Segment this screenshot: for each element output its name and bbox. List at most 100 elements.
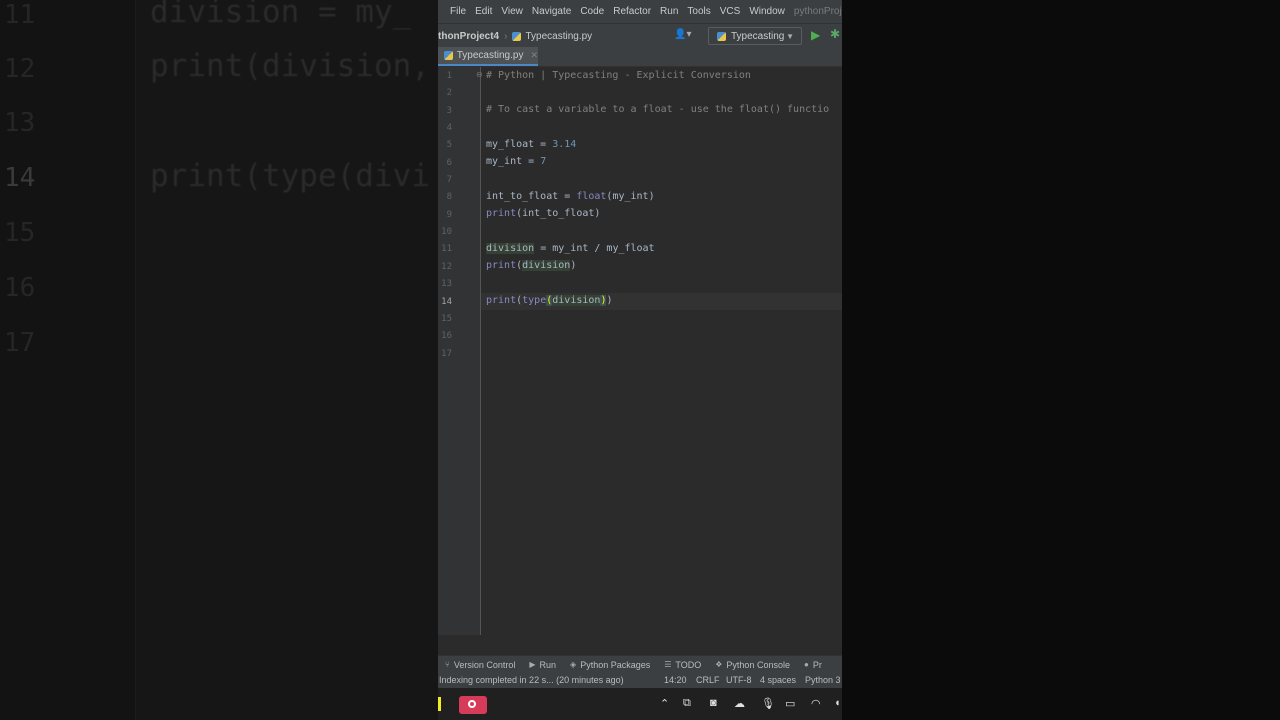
status-message[interactable]: Indexing completed in 22 s... (20 minute… (439, 675, 624, 685)
navigation-bar: thonProject4 › Typecasting.py 👤▾ Typecas… (438, 23, 842, 49)
menu-code[interactable]: Code (580, 6, 604, 17)
record-icon[interactable] (459, 696, 487, 714)
code-line-9: print(int_to_float) (486, 208, 600, 219)
play-icon: ▶ (529, 660, 536, 669)
breadcrumb-project[interactable]: thonProject4 (438, 31, 499, 42)
tab-typecasting[interactable]: Typecasting.py ✕ (438, 47, 538, 66)
code-builtin: print (486, 295, 517, 306)
debug-icon[interactable]: ✱ (830, 27, 840, 41)
code-line-12: print(division) (486, 260, 576, 271)
close-icon[interactable]: ✕ (530, 50, 538, 61)
tool-version-control[interactable]: ⑂ Version Control (445, 660, 515, 670)
line-number: 15 (441, 314, 452, 324)
packages-icon: ◈ (570, 660, 577, 669)
tool-label: Python Packages (580, 659, 651, 670)
code-line-8: int_to_float = float(my_int) (486, 191, 655, 202)
tool-todo[interactable]: ☰ TODO (664, 660, 701, 670)
microphone-icon[interactable]: 🎙 (761, 697, 775, 710)
line-number: 9 (446, 210, 452, 220)
code-editor[interactable]: 1 2 3 4 5 6 7 8 9 10 11 12 13 14 15 16 1… (438, 67, 842, 635)
menu-tools[interactable]: Tools (687, 6, 710, 17)
code-variable-highlight: division (552, 295, 601, 306)
volume-icon[interactable]: ◖ (834, 697, 841, 709)
menu-run[interactable]: Run (660, 6, 678, 17)
line-number: 10 (441, 227, 452, 237)
status-bar: Indexing completed in 22 s... (20 minute… (438, 672, 842, 688)
breadcrumb-separator-icon: › (504, 30, 508, 42)
menu-vcs[interactable]: VCS (720, 6, 741, 17)
python-file-icon (512, 31, 522, 41)
chevron-up-icon[interactable]: ⌃ (660, 697, 669, 710)
background-right (842, 0, 1280, 720)
battery-icon[interactable]: ▭ (785, 697, 795, 710)
menu-view[interactable]: View (501, 6, 523, 17)
background-line-number: 15 (4, 218, 36, 248)
menu-file[interactable]: File (450, 6, 466, 17)
code-builtin: type (522, 295, 547, 306)
cloud-icon[interactable]: ☁ (734, 697, 745, 710)
menu-bar: File Edit View Navigate Code Refactor Ru… (438, 0, 842, 23)
background-line-number: 17 (4, 328, 36, 358)
line-number: 12 (441, 262, 452, 272)
window-title-project: pythonProje (793, 6, 842, 17)
code-line-11: division = my_int / my_float (486, 243, 655, 254)
menu-refactor[interactable]: Refactor (613, 6, 651, 17)
background-code-line: print(division, (150, 48, 430, 84)
code-variable-highlight: division (486, 243, 535, 254)
console-icon: ❖ (715, 660, 723, 669)
run-configuration-select[interactable]: Typecasting ▼ (708, 27, 802, 45)
tool-python-console[interactable]: ❖ Python Console (715, 660, 790, 670)
code-token: ) (606, 295, 613, 306)
tool-problems[interactable]: ● Pr (804, 660, 822, 670)
code-token: my_int = (486, 156, 541, 167)
code-builtin: print (486, 208, 517, 219)
background-zoomed-editor: 11 12 13 14 15 16 17 division = my_ prin… (0, 0, 438, 720)
menu-edit[interactable]: Edit (475, 6, 492, 17)
fold-icon[interactable]: ⊖ (476, 70, 483, 79)
tool-label: Run (539, 659, 557, 670)
line-number: 6 (446, 158, 452, 168)
breadcrumb-file[interactable]: Typecasting.py (512, 31, 592, 42)
background-line-number: 16 (4, 273, 36, 303)
line-number: 3 (446, 106, 452, 116)
line-number: 7 (446, 175, 452, 185)
line-separator[interactable]: CRLF (696, 675, 720, 685)
tool-label: Python Console (726, 659, 790, 670)
file-encoding[interactable]: UTF-8 (726, 675, 752, 685)
screen-record-icon[interactable]: ⧉ (683, 697, 691, 710)
background-line-number: 12 (4, 54, 36, 84)
tab-label: Typecasting.py (456, 50, 524, 61)
line-number: 5 (446, 140, 452, 150)
run-icon[interactable]: ▶ (811, 28, 820, 42)
tool-label: TODO (675, 659, 702, 670)
problems-icon: ● (803, 660, 809, 669)
code-line-6: my_int = 7 (486, 156, 546, 167)
chevron-down-icon: ▼ (786, 31, 794, 41)
background-code-line: division = my_ (150, 0, 412, 30)
indent-setting[interactable]: 4 spaces (760, 675, 796, 685)
menu-window[interactable]: Window (749, 6, 785, 17)
tool-label: Pr (812, 659, 822, 670)
line-number: 16 (441, 331, 452, 341)
code-number: 7 (540, 156, 547, 167)
code-line-1: # Python | Typecasting - Explicit Conver… (486, 70, 751, 81)
code-token: ) (570, 260, 577, 271)
wifi-icon[interactable]: ◠ (811, 697, 821, 710)
code-line-14: print(type(division)) (486, 295, 613, 306)
editor-tab-bar: Typecasting.py ✕ (438, 47, 842, 67)
line-number: 13 (441, 279, 452, 289)
list-icon: ☰ (664, 660, 672, 669)
code-line-5: my_float = 3.14 (486, 139, 576, 150)
caret-position[interactable]: 14:20 (664, 675, 687, 685)
menu-navigate[interactable]: Navigate (532, 6, 571, 17)
background-line-number: 13 (4, 108, 36, 138)
python-interpreter[interactable]: Python 3 (805, 675, 841, 685)
code-token: my_float = (486, 139, 553, 150)
tool-python-packages[interactable]: ◈ Python Packages (570, 660, 650, 670)
line-number: 8 (446, 192, 452, 202)
code-line-3: # To cast a variable to a float - use th… (486, 104, 830, 115)
user-icon[interactable]: 👤▾ (674, 29, 691, 40)
camera-icon[interactable]: ◙ (710, 697, 717, 709)
code-variable-highlight: division (522, 260, 571, 271)
tool-run[interactable]: ▶ Run (529, 660, 556, 670)
